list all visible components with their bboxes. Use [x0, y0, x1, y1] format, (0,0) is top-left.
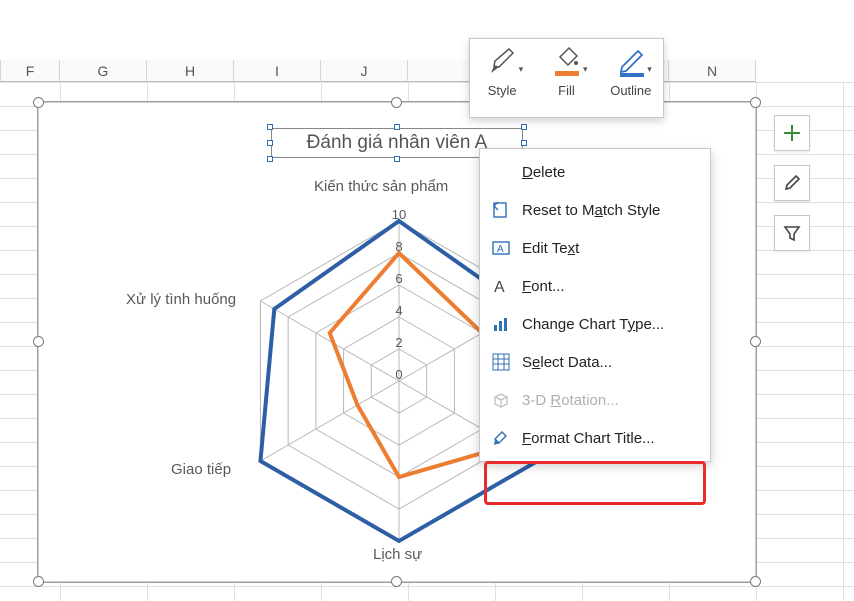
svg-text:A: A	[494, 279, 505, 295]
resize-handle[interactable]	[750, 97, 761, 108]
resize-handle[interactable]	[750, 336, 761, 347]
blank-icon	[492, 163, 510, 181]
style-button[interactable]: ▾ Style	[475, 45, 530, 98]
svg-text:A: A	[497, 244, 504, 255]
resize-handle[interactable]	[33, 336, 44, 347]
fill-label: Fill	[539, 83, 594, 98]
tick-2: 2	[384, 335, 414, 350]
col-header-j[interactable]: J	[321, 60, 408, 82]
menu-3d-rotation: 3-D Rotation...	[480, 381, 710, 419]
tick-8: 8	[384, 239, 414, 254]
mini-toolbar: ▾ Style ▾ Fill ▾ Outline	[469, 38, 664, 118]
axis-label-upper-left: Xử lý tình huống	[126, 291, 236, 308]
context-menu: Delete Reset to Match Style A Edit Text …	[479, 148, 711, 462]
chart-side-buttons	[774, 115, 810, 265]
axis-label-bottom: Lịch sự	[373, 546, 422, 563]
menu-select-data[interactable]: Select Data...	[480, 343, 710, 381]
brush-icon	[782, 173, 802, 193]
menu-edit-text[interactable]: A Edit Text	[480, 229, 710, 267]
style-label: Style	[475, 83, 530, 98]
cube-icon	[492, 391, 510, 409]
col-header-g[interactable]: G	[60, 60, 147, 82]
col-header-h[interactable]: H	[147, 60, 234, 82]
menu-reset-match-style[interactable]: Reset to Match Style	[480, 191, 710, 229]
textbox-icon: A	[492, 239, 510, 257]
menu-format-chart-title[interactable]: Format Chart Title...	[480, 419, 710, 457]
chart-filters-button[interactable]	[774, 215, 810, 251]
font-icon: A	[492, 277, 510, 295]
tick-10: 10	[384, 207, 414, 222]
axis-label-top: Kiến thức sản phẩm	[314, 178, 448, 195]
fill-button[interactable]: ▾ Fill	[539, 45, 594, 98]
plus-icon	[782, 123, 802, 143]
paint-bucket-icon: ▾	[551, 45, 581, 79]
menu-delete[interactable]: Delete	[480, 153, 710, 191]
resize-handle[interactable]	[33, 576, 44, 587]
resize-handle[interactable]	[391, 97, 402, 108]
axis-label-lower-left: Giao tiếp	[171, 461, 231, 478]
column-header-row: F G H I J M N	[0, 60, 854, 82]
tick-4: 4	[384, 303, 414, 318]
menu-change-chart-type[interactable]: Change Chart Type...	[480, 305, 710, 343]
col-header-n[interactable]: N	[669, 60, 756, 82]
menu-font[interactable]: A Font...	[480, 267, 710, 305]
pen-icon: ▾	[616, 45, 646, 79]
col-header-i[interactable]: I	[234, 60, 321, 82]
resize-handle[interactable]	[33, 97, 44, 108]
format-icon	[492, 429, 510, 447]
chart-styles-button[interactable]	[774, 165, 810, 201]
chart-type-icon	[492, 315, 510, 333]
chart-elements-button[interactable]	[774, 115, 810, 151]
outline-label: Outline	[603, 83, 658, 98]
resize-handle[interactable]	[750, 576, 761, 587]
tick-0: 0	[384, 367, 414, 382]
reset-icon	[492, 201, 510, 219]
select-data-icon	[492, 353, 510, 371]
col-header-f[interactable]: F	[0, 60, 60, 82]
outline-button[interactable]: ▾ Outline	[603, 45, 658, 98]
tick-6: 6	[384, 271, 414, 286]
funnel-icon	[782, 223, 802, 243]
resize-handle[interactable]	[391, 576, 402, 587]
brush-icon: ▾	[487, 45, 517, 79]
